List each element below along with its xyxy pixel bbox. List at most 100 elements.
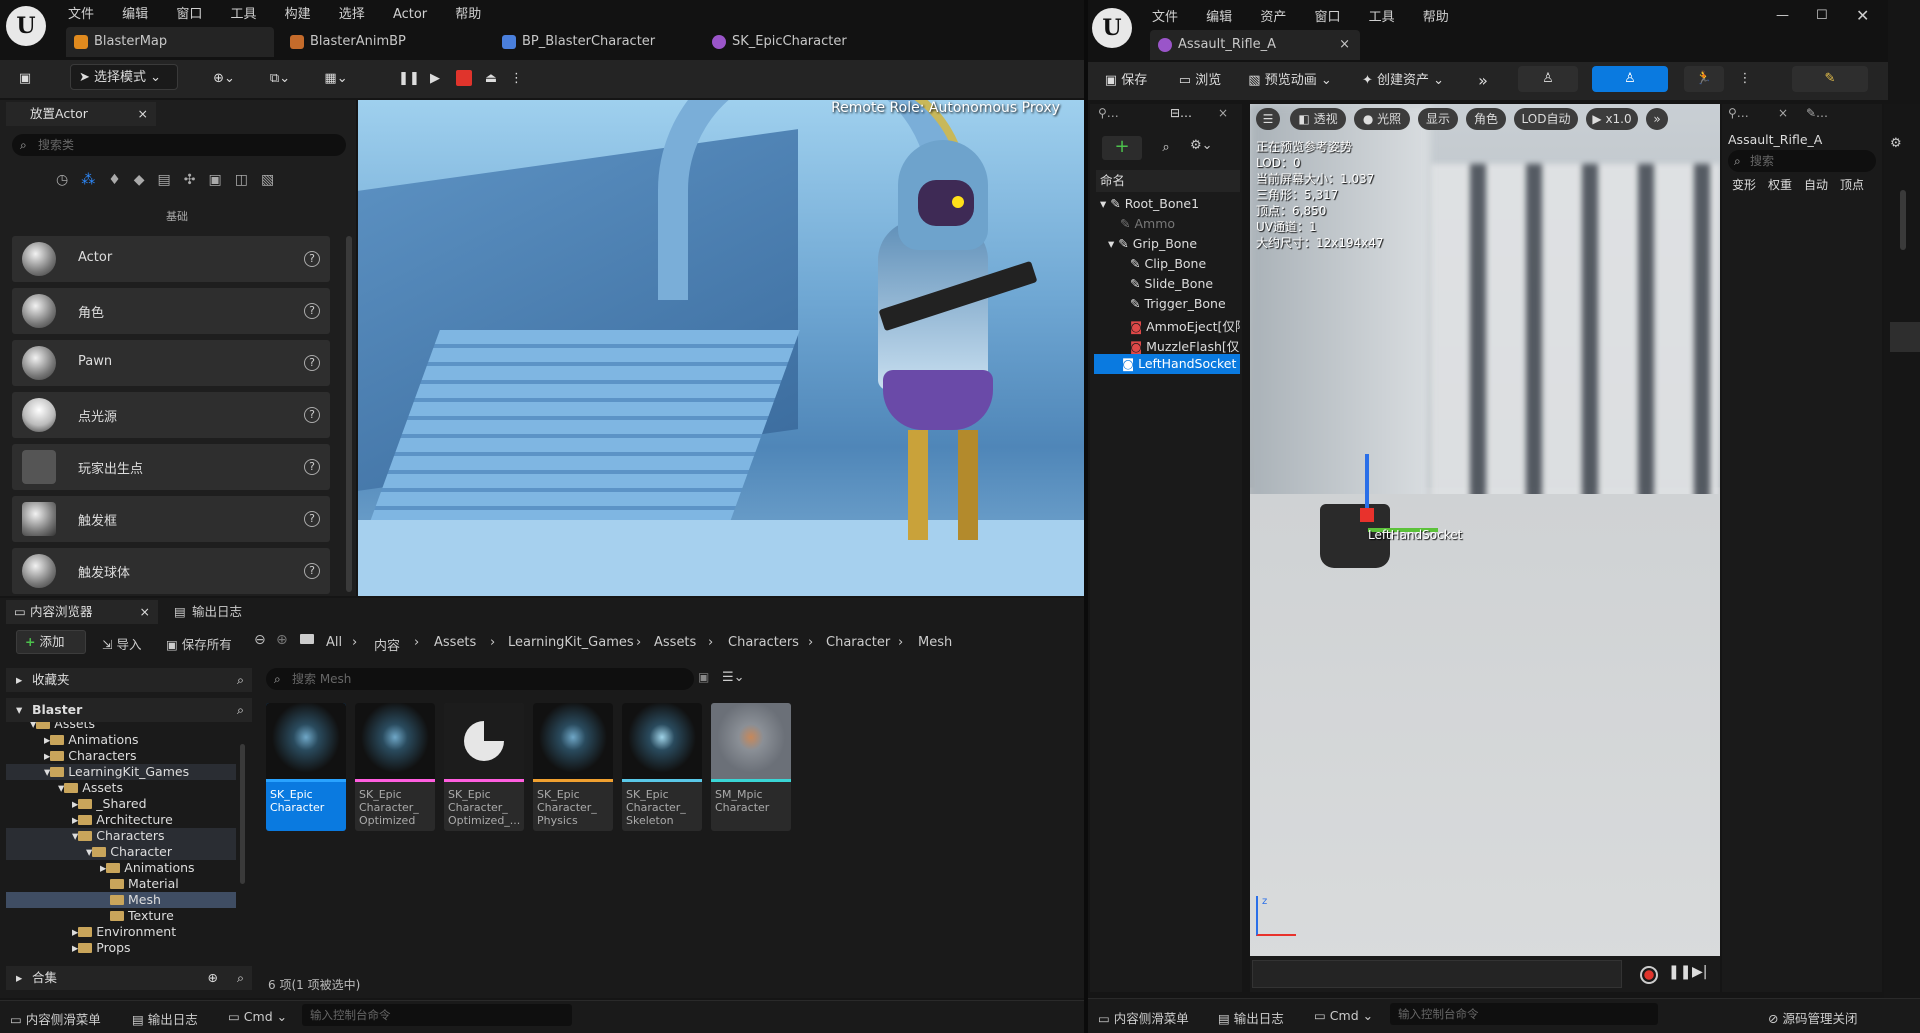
create-asset-button[interactable]: ✦ 创建资产 ⌄ — [1356, 68, 1450, 94]
console-input[interactable]: 输入控制台命令 — [1390, 1003, 1658, 1025]
history-back-icon[interactable]: ⊖ — [254, 632, 266, 648]
help-icon[interactable]: ? — [304, 407, 320, 423]
place-actors-search[interactable]: ⌕ 搜索类 — [12, 134, 346, 156]
viewport-options-icon[interactable]: ☰ — [1256, 108, 1280, 130]
menu-select[interactable]: 选择 — [339, 3, 365, 22]
timeline-scrubber[interactable] — [1252, 960, 1622, 988]
breadcrumb-mesh[interactable]: Mesh — [918, 635, 952, 650]
close-icon[interactable]: × — [1218, 106, 1228, 120]
menu-window[interactable]: 窗口 — [1314, 6, 1340, 25]
help-icon[interactable]: ? — [304, 459, 320, 475]
save-button[interactable]: ▣ 保存 — [1098, 68, 1154, 94]
unreal-logo-icon[interactable]: U — [6, 6, 46, 46]
help-icon[interactable]: ? — [304, 563, 320, 579]
tree-item-animations[interactable]: ▸ Animations — [44, 732, 139, 748]
add-actor-icon[interactable]: ⊕⌄ — [206, 66, 242, 92]
cinematics-icon[interactable]: ▦⌄ — [318, 66, 354, 92]
playback-speed-button[interactable]: ▶ x1.0 — [1586, 108, 1638, 130]
place-item-pawn[interactable]: Pawn? — [12, 340, 330, 386]
menu-help[interactable]: 帮助 — [1423, 6, 1449, 25]
breadcrumb-assets-2[interactable]: Assets — [654, 635, 696, 650]
browse-button[interactable]: ▭ 浏览 — [1172, 68, 1228, 94]
bone-trigger[interactable]: ✎ Trigger_Bone — [1130, 296, 1226, 311]
bone-root[interactable]: ▾ ✎ Root_Bone1 — [1100, 196, 1199, 211]
close-icon[interactable]: × — [1339, 30, 1350, 60]
console-input[interactable]: 输入控制台命令 — [302, 1004, 572, 1026]
settings-icon[interactable]: ⚙ — [1890, 136, 1902, 151]
skeleton-mode-icon[interactable]: ♙ — [1518, 66, 1578, 92]
tab-blasteranimbp[interactable]: BlasterAnimBP — [282, 27, 482, 57]
asset-sk-epic-character[interactable]: SK_Epic Character — [266, 703, 346, 831]
tab-auto[interactable]: 自动 — [1804, 176, 1828, 193]
close-icon[interactable]: × — [1778, 106, 1788, 120]
add-button[interactable]: + 添加 — [16, 630, 86, 654]
tab-weight[interactable]: 权重 — [1768, 176, 1792, 193]
menu-edit[interactable]: 编辑 — [122, 3, 148, 22]
search-icon[interactable]: ⌕ — [1152, 136, 1180, 160]
more-options-icon[interactable]: ⋮ — [510, 66, 523, 92]
menu-edit[interactable]: 编辑 — [1206, 6, 1232, 25]
place-item-point-light[interactable]: 点光源? — [12, 392, 330, 438]
tree-item-learningkit[interactable]: ▾ LearningKit_Games — [6, 764, 236, 780]
menu-actor[interactable]: Actor — [393, 7, 427, 22]
output-log-button[interactable]: ▤ 输出日志 — [132, 1009, 198, 1028]
bone-ammo[interactable]: ✎ Ammo — [1120, 216, 1175, 231]
breadcrumb-learningkit[interactable]: LearningKit_Games — [508, 635, 634, 650]
preview-animation-button[interactable]: ▧ 预览动画 ⌄ — [1244, 68, 1336, 94]
content-drawer-button[interactable]: ▭ 内容侧滑菜单 — [1098, 1008, 1189, 1027]
lod-auto-button[interactable]: LOD自动 — [1514, 108, 1578, 130]
pause-icon[interactable]: ❚❚ — [398, 66, 420, 92]
breadcrumb-content[interactable]: 内容 — [374, 635, 400, 654]
tree-item-character[interactable]: ▾ Character — [6, 844, 236, 860]
tree-item-texture[interactable]: Texture — [110, 908, 174, 924]
menu-window[interactable]: 窗口 — [176, 3, 202, 22]
asset-sm-mpic-character[interactable]: SM_Mpic Character — [711, 703, 791, 831]
place-actors-scrollbar[interactable] — [346, 236, 352, 592]
tree-item-assets[interactable]: ▾ Assets — [30, 722, 95, 732]
search-icon[interactable]: ⌕ — [237, 966, 244, 990]
history-forward-icon[interactable]: ⊕ — [276, 632, 288, 648]
socket-ammo-eject[interactable]: ◙ AmmoEject[仅限 — [1130, 316, 1240, 335]
collections-header[interactable]: ▸ 合集 ⊕ ⌕ — [6, 966, 252, 990]
tree-item-mesh[interactable]: Mesh — [6, 892, 236, 908]
eject-icon[interactable]: ⏏ — [480, 66, 502, 92]
cmd-dropdown[interactable]: ▭ Cmd ⌄ — [1314, 1008, 1373, 1023]
tree-item-char-animations[interactable]: ▸ Animations — [100, 860, 195, 876]
breadcrumb-assets[interactable]: Assets — [434, 635, 476, 650]
output-log-tab[interactable]: ▤ 输出日志 — [172, 600, 292, 624]
minimize-icon[interactable]: — — [1776, 8, 1789, 23]
expand-toolbar-icon[interactable]: » — [1470, 68, 1496, 94]
tree-item-material[interactable]: Material — [110, 876, 179, 892]
maximize-icon[interactable]: ☐ — [1816, 8, 1828, 23]
asset-sk-epic-character-physics[interactable]: SK_Epic Character_ Physics — [533, 703, 613, 831]
add-collection-icon[interactable]: ⊕ — [208, 966, 218, 990]
source-control-button[interactable]: ⊘ 源码管理关闭 — [1768, 1008, 1857, 1027]
menu-help[interactable]: 帮助 — [455, 3, 481, 22]
tab-blastermap[interactable]: BlasterMap — [66, 27, 274, 57]
side-scrollbar[interactable] — [1900, 190, 1906, 250]
help-icon[interactable]: ? — [304, 303, 320, 319]
select-mode-button[interactable]: ➤ 选择模式 ⌄ — [70, 64, 178, 90]
socket-left-hand[interactable]: ◙ LeftHandSocket — [1094, 354, 1240, 374]
content-drawer-button[interactable]: ▭ 内容侧滑菜单 — [10, 1009, 101, 1028]
cmd-dropdown[interactable]: ▭ Cmd ⌄ — [228, 1009, 287, 1024]
side-tab[interactable] — [1890, 322, 1920, 352]
place-item-trigger-box[interactable]: 触发框? — [12, 496, 330, 542]
tab-bp-blastercharacter[interactable]: BP_BlasterCharacter — [494, 27, 694, 57]
animation-mode-icon[interactable]: 🏃 — [1684, 66, 1724, 92]
tree-item-characters[interactable]: ▸ Characters — [44, 748, 137, 764]
edit-tab-icon[interactable]: ✎… — [1806, 106, 1828, 120]
tree-item-props[interactable]: ▸ Props — [72, 940, 131, 956]
skeleton-tree-tab-icon[interactable]: ⊟… — [1170, 106, 1192, 120]
pause-icon[interactable]: ❚❚ — [1668, 964, 1691, 980]
tree-item-lk-characters[interactable]: ▾ Characters — [6, 828, 236, 844]
menu-file[interactable]: 文件 — [68, 3, 94, 22]
expand-viewport-options-icon[interactable]: » — [1646, 108, 1668, 130]
character-button[interactable]: 角色 — [1466, 108, 1506, 130]
more-options-icon[interactable]: ⋮ — [1738, 66, 1752, 92]
save-icon[interactable]: ▣ — [12, 66, 38, 92]
place-item-character[interactable]: 角色? — [12, 288, 330, 334]
breadcrumb-characters[interactable]: Characters — [728, 635, 799, 650]
menu-file[interactable]: 文件 — [1152, 6, 1178, 25]
search-icon[interactable]: ⌕ — [237, 668, 244, 692]
